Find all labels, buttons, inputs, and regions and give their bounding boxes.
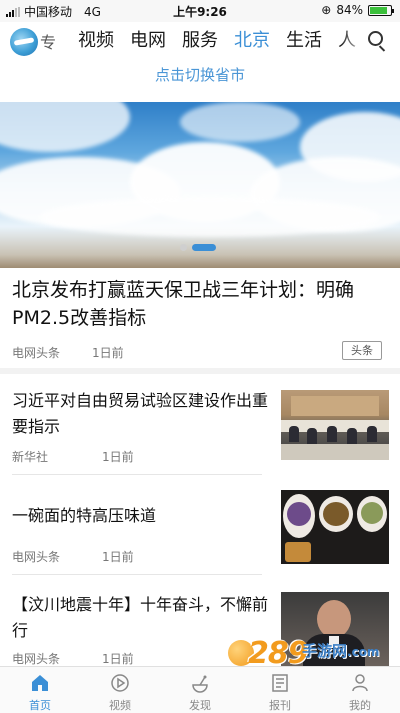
headline-time: 1日前	[92, 346, 124, 360]
tab-newspaper[interactable]: 报刊	[240, 667, 320, 713]
logo-partial-text: 专	[40, 33, 57, 52]
tab-label: 首页	[29, 699, 51, 712]
status-bar: 中国移动 4G 上午9:26 ⊕ 84%	[0, 0, 400, 22]
row-divider	[12, 574, 262, 575]
tab-label: 报刊	[269, 699, 291, 712]
carousel-indicator[interactable]	[180, 244, 216, 251]
channel-tabs: 视频电网服务北京生活人	[70, 28, 356, 54]
article-source-2: 电网头条	[12, 550, 61, 564]
carousel-dot[interactable]	[192, 244, 216, 251]
row-divider	[12, 474, 262, 475]
article-thumbnail-meeting[interactable]	[281, 390, 389, 460]
channel-tab[interactable]: 视频	[70, 28, 122, 54]
tab-label: 我的	[349, 699, 371, 712]
article-source-1: 新华社	[12, 450, 49, 464]
article-source-3: 电网头条	[12, 652, 61, 666]
home-icon	[32, 675, 48, 691]
user-icon	[352, 674, 368, 692]
newspaper-icon	[272, 674, 288, 692]
article-title-2[interactable]: 一碗面的特高压味道	[12, 503, 274, 529]
article-title-1[interactable]: 习近平对自由贸易试验区建设作出重要指示	[12, 388, 274, 440]
tabs-fade	[340, 22, 368, 62]
section-divider	[0, 368, 400, 374]
tab-me[interactable]: 我的	[320, 667, 400, 713]
app-logo-icon[interactable]	[10, 28, 38, 56]
channel-tab[interactable]: 电网	[122, 28, 174, 54]
tab-home[interactable]: 首页	[0, 667, 80, 713]
tab-discover[interactable]: 发现	[160, 667, 240, 713]
battery-percent: 84%	[336, 3, 363, 17]
discover-icon	[192, 675, 208, 693]
tab-video[interactable]: 视频	[80, 667, 160, 713]
status-right: ⊕ 84%	[321, 3, 394, 17]
watermark-text: 手游网.com	[302, 642, 380, 660]
battery-icon	[368, 4, 394, 16]
headline-title[interactable]: 北京发布打赢蓝天保卫战三年计划：明确PM2.5改善指标	[12, 276, 388, 332]
orientation-lock-icon: ⊕	[321, 3, 332, 17]
article-thumbnail-food[interactable]	[281, 490, 389, 564]
article-time-3: 1日前	[102, 652, 134, 666]
play-icon	[111, 674, 129, 692]
bottom-tab-bar: 首页 视频 发现 报刊 我的	[0, 666, 400, 713]
carousel-dot[interactable]	[180, 244, 187, 251]
province-switch-link[interactable]: 点击切换省市	[0, 64, 400, 85]
channel-tab[interactable]: 生活	[278, 28, 330, 54]
top-nav: 专 视频电网服务北京生活人	[0, 22, 400, 62]
article-time-1: 1日前	[102, 450, 134, 464]
banner-carousel[interactable]	[0, 102, 400, 268]
channel-tab[interactable]: 北京	[226, 28, 278, 54]
headline-tag-badge: 头条	[342, 341, 382, 360]
tab-label: 发现	[189, 699, 211, 712]
headline-source: 电网头条	[12, 346, 61, 360]
channel-tab[interactable]: 服务	[174, 28, 226, 54]
tab-label: 视频	[109, 699, 131, 712]
search-icon[interactable]	[368, 31, 388, 53]
article-time-2: 1日前	[102, 550, 134, 564]
